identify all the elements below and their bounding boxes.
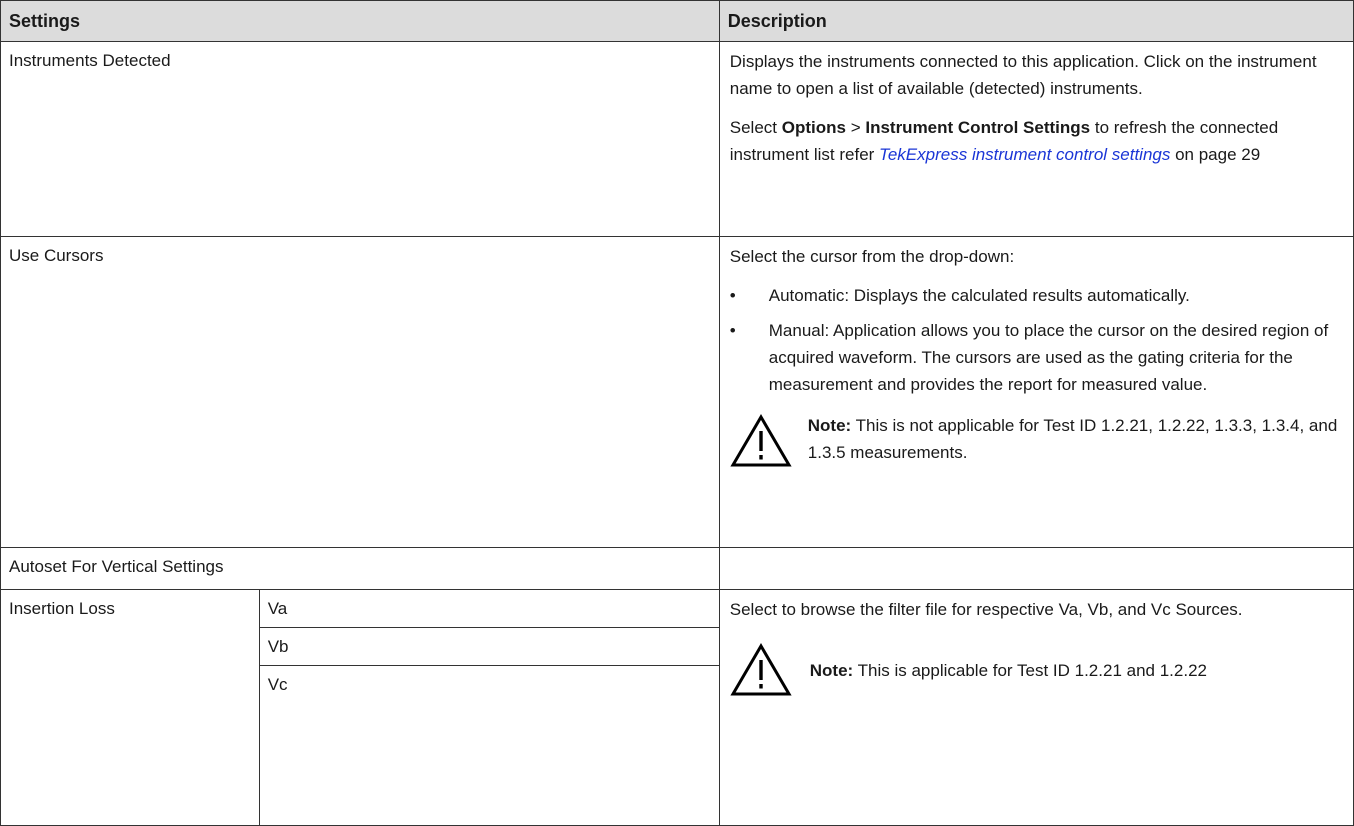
instruments-paragraph: Displays the instruments connected to th… <box>729 52 1317 98</box>
insertion-loss-description: Select to browse the filter file for res… <box>718 589 1354 826</box>
use-cursors-label: Use Cursors <box>0 236 720 548</box>
instruments-detected-description: Displays the instruments connected to th… <box>718 41 1354 237</box>
table-row: Use Cursors Select the cursor from the d… <box>0 236 1354 548</box>
source-vc: Vc <box>258 665 720 826</box>
description-header: Description <box>718 0 1354 42</box>
warning-triangle-icon <box>730 414 792 467</box>
instrument-control-settings-label: Instrument Control Settings <box>865 118 1091 137</box>
insertion-note-text: Note: This is applicable for Test ID 1.2… <box>809 660 1207 680</box>
instruments-refresh-paragraph: Select Options > Instrument Control Sett… <box>729 118 1279 164</box>
settings-header: Settings <box>0 0 720 42</box>
header-row: Settings Description <box>0 0 1354 42</box>
options-menu-label: Options <box>781 118 846 137</box>
insertion-loss-label: Insertion Loss <box>0 589 260 826</box>
source-vb: Vb <box>258 627 720 666</box>
table-row: Insertion Loss Va Select to browse the f… <box>0 589 1354 826</box>
list-item: Automatic: Displays the calculated resul… <box>730 282 1341 309</box>
cursor-options-list: Automatic: Displays the calculated resul… <box>730 282 1341 398</box>
warning-triangle-icon <box>730 643 792 696</box>
use-cursors-description: Select the cursor from the drop-down: Au… <box>718 236 1354 548</box>
cursor-note-text: Note: This is not applicable for Test ID… <box>807 416 1338 462</box>
autoset-vertical-description <box>718 547 1354 590</box>
tekexpress-settings-link[interactable]: TekExpress instrument control settings <box>879 145 1170 164</box>
cursor-note: Note: This is not applicable for Test ID… <box>730 412 1341 468</box>
instruments-detected-label: Instruments Detected <box>0 41 720 237</box>
source-va: Va <box>258 589 720 628</box>
settings-table: Settings Description Instruments Detecte… <box>0 0 1354 826</box>
table-row: Autoset For Vertical Settings <box>0 547 1354 590</box>
list-item: Manual: Application allows you to place … <box>730 317 1341 398</box>
insertion-loss-paragraph: Select to browse the filter file for res… <box>729 600 1243 619</box>
table-row: Instruments Detected Displays the instru… <box>0 41 1354 237</box>
insertion-note: Note: This is applicable for Test ID 1.2… <box>730 643 1341 697</box>
autoset-vertical-label: Autoset For Vertical Settings <box>0 547 720 590</box>
cursor-intro: Select the cursor from the drop-down: <box>729 247 1015 266</box>
